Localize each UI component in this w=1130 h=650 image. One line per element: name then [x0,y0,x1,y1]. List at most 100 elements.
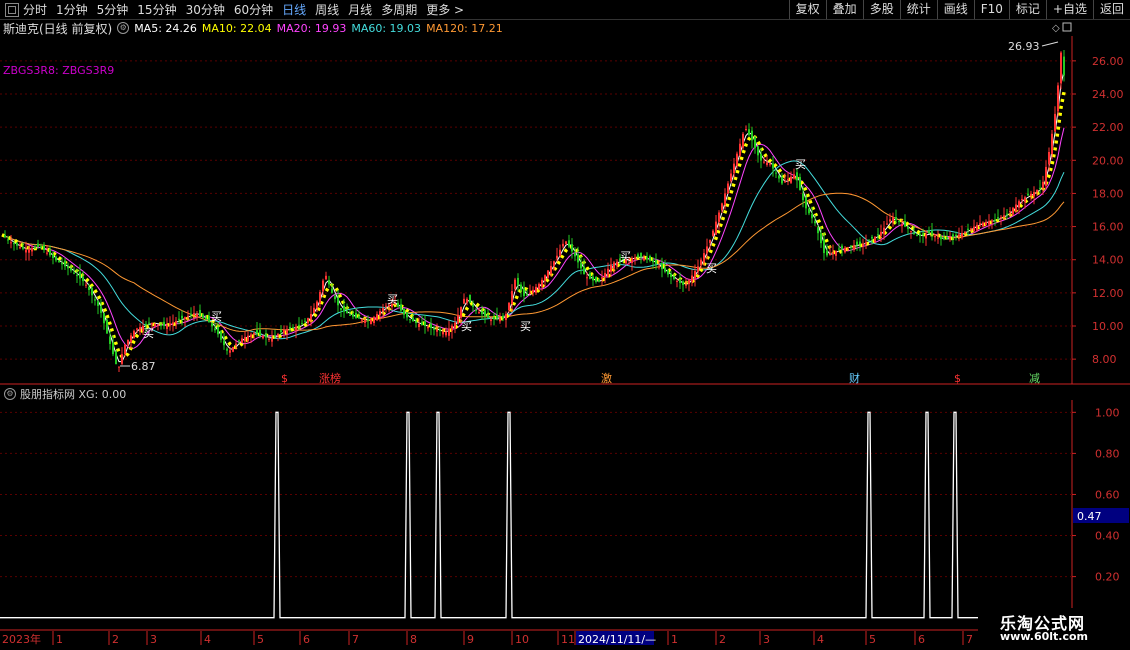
candle-body [181,315,183,319]
candle-body [490,319,492,322]
candle-body [418,324,420,328]
axis-ticks: 8.00 10.00 12.00 14.00 16.00 18.00 20.00 22.00 2… [1072,55,1124,584]
candle-body [253,333,255,335]
candle-body [922,233,924,236]
tf-30min[interactable]: 30分钟 [186,1,225,18]
window-icon[interactable] [5,2,19,17]
candle-body [946,237,948,239]
candle-body [934,235,936,238]
tf-fenshi[interactable]: 分时 [23,1,47,18]
candle-body [319,291,321,304]
time-tick-label: 3 [763,633,770,646]
candle-body [61,263,63,265]
tf-monthly[interactable]: 月线 [348,1,372,18]
draw-line-button[interactable]: 画线 [936,0,974,19]
time-tick-label: 2024/11/11/— [578,633,656,646]
candle-body [721,203,723,211]
square-icon[interactable] [1062,22,1072,32]
candle-body [259,329,261,335]
candle-body [1027,193,1029,196]
candle-body [1030,193,1032,196]
tf-multi-period[interactable]: 多周期 [381,1,417,18]
candle-body [16,242,18,246]
ma-legend: 斯迪克(日线 前复权) ⚙ MA5: 24.26 MA10: 22.04 MA2… [0,21,508,36]
overlay-button[interactable]: 叠加 [825,0,863,19]
candle-body [112,342,114,355]
candle-body [580,263,582,269]
multi-stock-button[interactable]: 多股 [862,0,900,19]
candle-body [520,284,522,291]
candle-body [808,208,810,214]
candle-body [223,340,225,346]
tf-daily[interactable]: 日线 [282,1,306,18]
candle-body [664,267,666,272]
tf-more[interactable]: 更多 > [426,1,464,18]
toolbar-buttons: 复权 叠加 多股 统计 画线 F10 标记 +自选 返回 [788,0,1130,19]
candle-body [337,297,339,306]
price-tick-label: 26.00 [1092,55,1124,68]
candle-body [409,319,411,321]
tf-weekly[interactable]: 周线 [315,1,339,18]
candle-body [985,221,987,226]
ma120-line [1,192,1065,332]
candle-body [871,236,873,239]
statistics-button[interactable]: 统计 [899,0,937,19]
candle-body [556,255,558,259]
f10-button[interactable]: F10 [973,0,1009,19]
candle-body [448,328,450,336]
candle-body [718,212,720,222]
price-tick-label: 12.00 [1092,287,1124,300]
candle-body [601,277,603,279]
candle-body [406,312,408,318]
candle-body [127,339,129,345]
candle-body [916,235,918,237]
time-tick-label: 5 [869,633,876,646]
event-marker: $ [281,372,288,385]
candle-body [952,234,954,238]
candle-body [712,230,714,236]
ma120-label: MA120: 17.21 [426,21,503,35]
tf-15min[interactable]: 15分钟 [137,1,176,18]
price-tick-label: 8.00 [1092,353,1117,366]
mark-button[interactable]: 标记 [1008,0,1046,19]
add-watchlist-button[interactable]: +自选 [1045,0,1093,19]
candle-body [655,259,657,264]
watermark-logo: 乐淘公式网 www.60lt.com [978,608,1128,648]
candle-body [460,306,462,318]
candle-body [463,298,465,304]
time-axis-labels: 2023年 1 2 3 4 5 6 7 8 9 10 11 2024/11/11/— 1 2 3 4 5 6 7 [2,631,973,646]
candle-body [790,176,792,183]
candle-body [511,291,513,305]
sub-settings-icon[interactable]: ⚙ [4,388,16,400]
candle-body [688,280,690,285]
candle-body [175,321,177,324]
candle-body [91,288,93,296]
settings-icon[interactable]: ⚙ [117,22,130,34]
event-marker: 涨榜 [319,371,341,385]
candle-body [586,277,588,279]
candle-body [184,317,186,319]
candle-body [40,246,42,248]
candle-body [280,330,282,332]
candle-body [1024,197,1026,203]
candle-body [58,260,60,263]
tf-60min[interactable]: 60分钟 [234,1,273,18]
candle-body [469,294,471,303]
tf-5min[interactable]: 5分钟 [97,1,129,18]
candle-body [799,177,801,191]
candle-body [370,320,372,324]
candle-body [430,323,432,328]
candle-body [325,275,327,280]
candle-body [211,323,213,327]
diamond-icon[interactable]: ◇ [1052,23,1060,34]
candle-body [724,193,726,206]
buy-label: 买 [706,262,717,275]
time-tick-label: 2 [112,633,119,646]
candle-body [751,130,753,141]
back-button[interactable]: 返回 [1092,0,1130,19]
candle-body [1057,85,1059,112]
candle-body [373,317,375,323]
restore-rights-button[interactable]: 复权 [788,0,826,19]
candle-body [919,234,921,236]
tf-1min[interactable]: 1分钟 [56,1,88,18]
